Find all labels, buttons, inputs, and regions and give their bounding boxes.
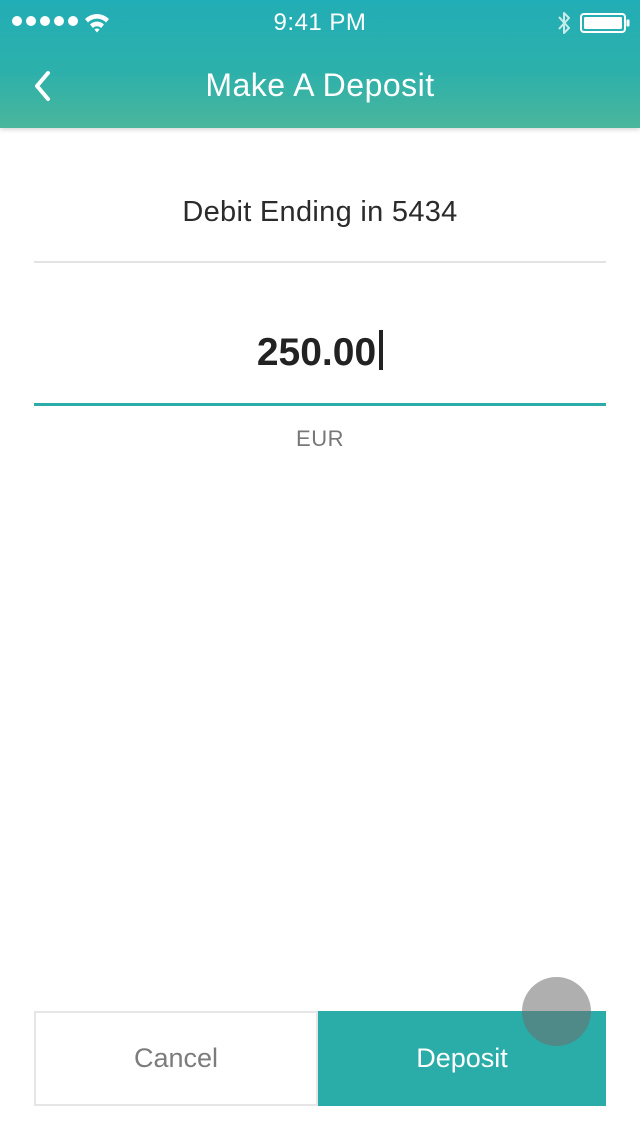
status-bar: 9:41 PM <box>0 0 640 44</box>
amount-underline <box>34 403 606 406</box>
text-cursor <box>379 330 384 370</box>
action-buttons: Cancel Deposit <box>34 1011 606 1106</box>
amount-value: 250.00 <box>256 331 377 374</box>
divider <box>34 261 606 263</box>
deposit-screen: 9:41 PM Make A Deposit Debit Ending in 5… <box>0 0 640 1136</box>
currency-label: EUR <box>296 426 344 451</box>
page-title: Make A Deposit <box>205 67 435 103</box>
bluetooth-icon <box>558 12 570 34</box>
touch-indicator <box>522 977 591 1046</box>
battery-icon <box>580 13 630 33</box>
header: 9:41 PM Make A Deposit <box>0 0 640 128</box>
nav-bar: Make A Deposit <box>0 44 640 128</box>
account-label[interactable]: Debit Ending in 5434 <box>0 196 640 229</box>
status-time: 9:41 PM <box>273 9 367 36</box>
amount-input[interactable]: 250.00 <box>0 330 640 375</box>
cancel-button[interactable]: Cancel <box>34 1011 318 1106</box>
